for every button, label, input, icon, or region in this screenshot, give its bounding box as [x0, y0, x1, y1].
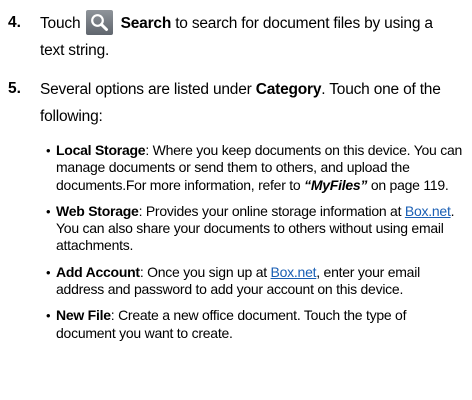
step-text-after: to search for document files by using a — [171, 15, 433, 32]
list-item-add-account: • Add Account: Once you sign up at Box.n… — [46, 263, 466, 299]
option-label: Add Account — [56, 263, 140, 280]
option-text-end: on page 119. — [367, 176, 449, 193]
bullet-glyph: • — [46, 264, 51, 280]
option-text: : Provides your online storage informati… — [138, 202, 405, 219]
bullet-glyph: • — [46, 308, 51, 324]
list-item-local-storage: • Local Storage: Where you keep document… — [46, 142, 466, 194]
step-text-before: Several options are listed under — [40, 81, 256, 98]
search-icon — [86, 10, 114, 36]
option-label: Web Storage — [56, 202, 139, 219]
category-options-list: • Local Storage: Where you keep document… — [46, 142, 466, 351]
option-label: New File — [56, 307, 111, 324]
category-label: Category — [255, 81, 322, 98]
box-net-link[interactable]: Box.net — [405, 203, 451, 219]
list-item-web-storage: • Web Storage: Provides your online stor… — [46, 202, 466, 255]
box-net-link[interactable]: Box.net — [271, 264, 317, 280]
step-number: 5. — [8, 80, 21, 97]
step-text-line2: following: — [40, 108, 103, 125]
step-text: Several options are listed under Categor… — [40, 76, 464, 130]
search-label: Search — [120, 15, 172, 32]
step-text-after: . Touch one of the — [321, 81, 441, 98]
bullet-glyph: • — [46, 203, 51, 219]
option-label: Local Storage — [56, 142, 146, 158]
step-text-line2: text string. — [40, 42, 110, 60]
myfiles-reference: “MyFiles” — [304, 176, 368, 193]
manual-page: 4. Touch Search to search for document f… — [0, 0, 472, 400]
option-text: : Once you sign up at — [139, 263, 271, 280]
list-item-new-file: • New File: Create a new office document… — [46, 307, 466, 342]
bullet-glyph: • — [46, 143, 51, 158]
step-text: Touch Search to search for document file… — [40, 10, 464, 64]
step-text-before: Touch — [40, 15, 81, 32]
step-number: 4. — [8, 14, 21, 31]
step-5: 5. Several options are listed under Cate… — [0, 76, 472, 132]
step-4: 4. Touch Search to search for document f… — [0, 10, 472, 66]
